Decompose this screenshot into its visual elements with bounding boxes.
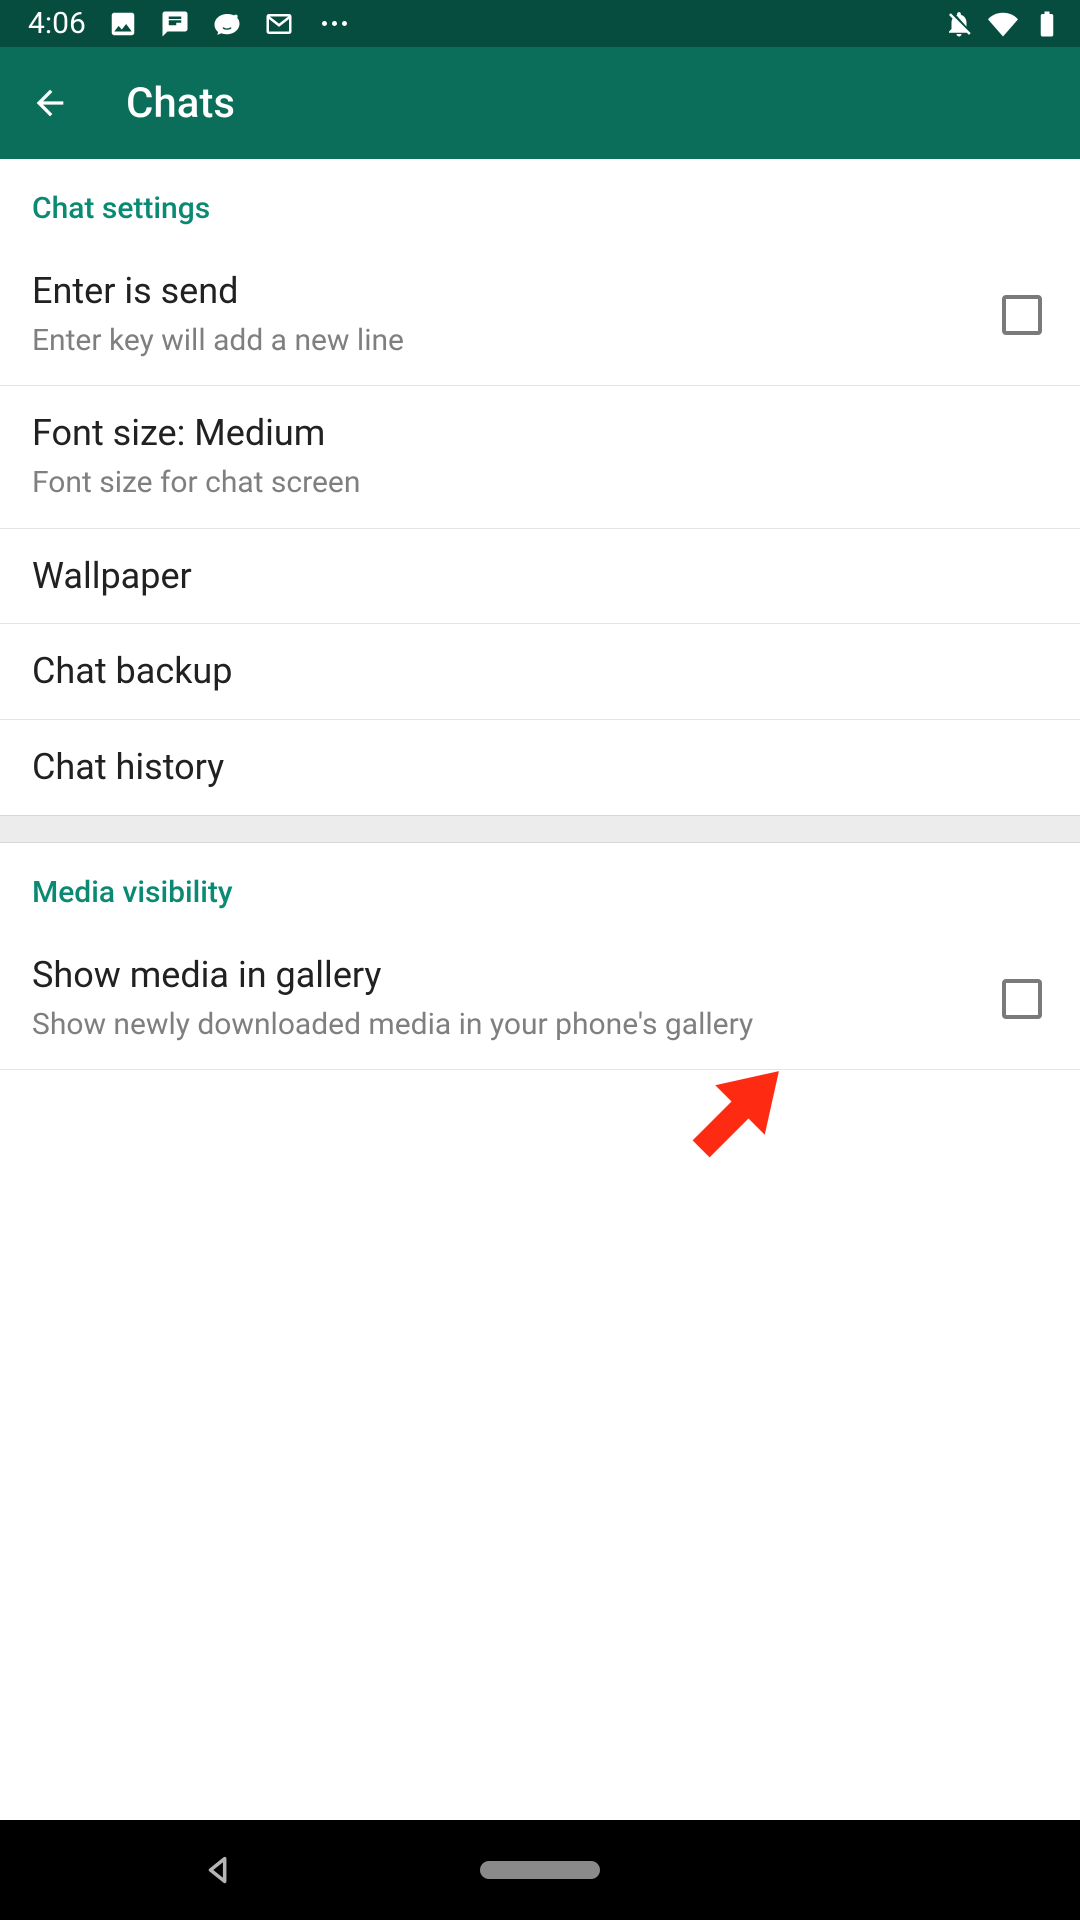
nav-back-icon[interactable]	[202, 1853, 236, 1887]
chat-history-item[interactable]: Chat history	[0, 720, 1080, 815]
battery-icon	[1032, 9, 1062, 39]
section-divider	[0, 815, 1080, 843]
wallpaper-title: Wallpaper	[32, 553, 1024, 600]
show-media-title: Show media in gallery	[32, 952, 978, 999]
nav-home-pill[interactable]	[480, 1861, 600, 1879]
section-header-media-visibility: Media visibility	[0, 843, 1080, 928]
page-title: Chats	[126, 79, 235, 128]
font-size-subtitle: Font size for chat screen	[32, 463, 1024, 504]
enter-is-send-item[interactable]: Enter is send Enter key will add a new l…	[0, 244, 1080, 386]
reddit-icon	[212, 9, 242, 39]
enter-is-send-checkbox[interactable]	[1002, 295, 1042, 335]
gmail-icon	[264, 9, 294, 39]
enter-is-send-title: Enter is send	[32, 268, 978, 315]
font-size-item[interactable]: Font size: Medium Font size for chat scr…	[0, 386, 1080, 528]
settings-content: Chat settings Enter is send Enter key wi…	[0, 159, 1080, 1820]
image-icon	[108, 9, 138, 39]
app-bar: Chats	[0, 47, 1080, 159]
font-size-title: Font size: Medium	[32, 410, 1024, 457]
wallpaper-item[interactable]: Wallpaper	[0, 529, 1080, 625]
more-icon	[322, 9, 352, 39]
section-header-chat-settings: Chat settings	[0, 159, 1080, 244]
status-time: 4:06	[28, 6, 86, 41]
chat-backup-item[interactable]: Chat backup	[0, 624, 1080, 720]
chat-history-title: Chat history	[32, 744, 1024, 791]
show-media-item[interactable]: Show media in gallery Show newly downloa…	[0, 928, 1080, 1070]
back-arrow-icon[interactable]	[30, 83, 70, 123]
message-icon	[160, 9, 190, 39]
navigation-bar	[0, 1820, 1080, 1920]
notification-muted-icon	[944, 9, 974, 39]
chat-backup-title: Chat backup	[32, 648, 1024, 695]
show-media-checkbox[interactable]	[1002, 979, 1042, 1019]
show-media-subtitle: Show newly downloaded media in your phon…	[32, 1005, 978, 1046]
enter-is-send-subtitle: Enter key will add a new line	[32, 321, 978, 362]
status-bar: 4:06	[0, 0, 1080, 47]
wifi-icon	[988, 9, 1018, 39]
